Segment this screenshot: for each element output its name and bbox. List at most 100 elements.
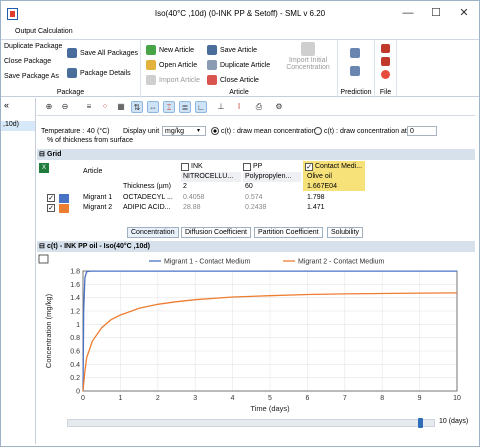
layer-ink-material: NITROCELLU... [181,172,241,182]
x-tick-label: 5 [268,395,272,402]
migrant-1-checkbox[interactable]: ✓ [47,194,55,202]
group-label-file: File [379,89,392,96]
new-article-button[interactable]: New Article [146,45,194,55]
zoom-out-icon[interactable]: ⊖ [59,101,71,113]
legend-label-1: Migrant 1 - Contact Medium [164,259,251,266]
thermometer-icon[interactable]: ǀ [233,101,245,113]
ribbon-group-prediction: Prediction [338,40,375,98]
open-article-label: Open Article [159,61,198,69]
close-package-button[interactable]: Close Package [4,58,51,65]
file-settings-icon[interactable] [381,44,390,53]
migrant-2-color-swatch[interactable] [59,204,69,213]
thickness-percent-input[interactable]: 0 [407,126,437,136]
new-article-label: New Article [159,46,195,54]
radio-mean-concentration[interactable] [211,127,219,135]
grid-table: X Article INK PP ✓ Contact Medi... NITRO… [37,161,475,225]
time-slider-thumb[interactable] [418,418,423,428]
x-tick-label: 7 [343,395,347,402]
file-delete-icon[interactable] [381,57,390,66]
migrant-1-substance: OCTADECYL ... [123,194,173,201]
migrant-1-color-swatch[interactable] [59,194,69,203]
save-article-button[interactable]: Save Article [207,45,257,55]
migrant-2-substance: ADIPIC ACID... [123,204,171,211]
import-article-label: Import Article [159,76,200,84]
chevron-down-icon[interactable]: ▾ [197,127,200,134]
group-label-package: Package [56,89,85,96]
import-article-button[interactable]: Import Article [146,75,200,85]
layer-ink-name: INK [191,163,203,170]
open-article-button[interactable]: Open Article [146,60,197,70]
zoom-in-icon[interactable]: ⊕ [43,101,55,113]
layer-contact-thickness[interactable]: 1.667E04 [305,182,363,192]
left-pane-selected-item[interactable]: ,10d) [1,121,35,131]
concentration-chart: 0 0.2 0.4 0.6 0.8 1 1.2 1.4 1.6 1.8 0 1 2 3 4 5 6 7 8 9 10 Ti… [38,254,461,413]
close-article-button[interactable]: Close Article [207,75,259,85]
collapse-icon: ⊟ [39,243,45,250]
chart-options-icon[interactable] [38,254,49,264]
time-slider[interactable] [67,418,435,428]
duplicate-package-button[interactable]: Duplicate Package [4,43,62,50]
settings-icon[interactable]: ⚙ [273,101,285,113]
tab-partition-coefficient[interactable]: Partition Coefficient [254,227,323,238]
ribbon: Duplicate Package Close Package Save Pac… [1,39,479,98]
layer-contact-checkbox[interactable]: ✓ [305,163,313,171]
package-details-button[interactable]: Package Details [67,68,131,78]
minimize-button[interactable]: — [401,6,415,20]
duplicate-article-button[interactable]: Duplicate Article [207,60,270,70]
save-package-as-button[interactable]: Save Package As [4,73,59,80]
list-view-icon[interactable]: ≡ [83,101,95,113]
layer-ink-thickness[interactable]: 2 [181,182,241,192]
layer-contact-name: Contact Medi... [315,163,363,170]
tab-solubility[interactable]: Solubility [327,227,364,238]
migrant-2-checkbox[interactable]: ✓ [47,204,55,212]
new-article-icon [146,45,156,55]
y-tick-label: 1.2 [70,309,80,316]
temperature-label: Temperature : [41,128,85,135]
migrant-2-pp-value: 0.2438 [245,204,267,211]
align-icon[interactable]: ⌶ [163,101,175,113]
tab-diffusion-coefficient[interactable]: Diffusion Coefficient [181,227,251,238]
chart-toolbar: ⊕ ⊖ ≡ ⁘ ▦ ⇅ ⇔ ⌶ ≣ ∟ ⊥ ǀ ⎙ ⚙ [37,98,475,116]
collapse-icon: ⊟ [39,151,45,158]
display-unit-label: Display unit [123,128,160,135]
save-icon [207,45,217,55]
close-package-label: Close Package [4,58,52,65]
import-initial-concentration-button[interactable]: Import Initial Concentration [281,42,335,71]
layer-ink-checkbox[interactable] [181,163,189,171]
prediction-icon-1[interactable] [350,48,360,58]
layer-pp-checkbox[interactable] [243,163,251,171]
chart-header[interactable]: ⊟ c(t) - INK PP oil - Iso(40°C ,10d) [37,241,475,252]
group-label-article: Article [229,89,249,96]
migrant-1-pp-value: 0.574 [245,194,263,201]
excel-export-icon[interactable]: X [39,163,49,173]
print-icon[interactable]: ⎙ [253,101,265,113]
migrant-1-ink-value: 0.4058 [183,194,205,201]
tab-output-calculation[interactable]: Output Calculation [15,28,73,35]
curve-icon[interactable]: ∟ [195,101,207,113]
application-window: Iso(40°C ,10d) (0-INK PP & Setoff) - SML… [0,0,480,447]
radio-concentration-at[interactable] [314,127,322,135]
grid-section-header[interactable]: ⊟ Grid [37,149,475,160]
close-button[interactable]: ✕ [457,6,471,20]
tab-concentration[interactable]: Concentration [127,227,179,238]
save-package-as-label: Save Package As [4,73,59,80]
close-article-icon [207,75,217,85]
horizontal-icon[interactable]: ⇔ [147,101,159,113]
scatter-icon[interactable]: ⁘ [99,101,111,113]
layer-pp-thickness[interactable]: 60 [243,182,301,192]
y-tick-label: 1 [76,322,80,329]
table-icon[interactable]: ▦ [115,101,127,113]
layers-icon[interactable]: ⇅ [131,101,143,113]
profile-icon[interactable]: ≣ [179,101,191,113]
migrant-1-contact-value: 1.798 [307,194,325,201]
collapse-pane-icon[interactable]: « [4,100,9,110]
duplicate-icon [207,60,217,70]
temperature-value[interactable]: 40 [87,128,95,135]
prediction-icon-2[interactable] [350,66,360,76]
migrant-2-contact-value: 1.471 [307,204,325,211]
save-all-packages-button[interactable]: Save All Packages [67,48,138,58]
file-exit-icon[interactable] [381,70,390,79]
axis-icon[interactable]: ⊥ [215,101,227,113]
grid-title: Grid [47,151,62,158]
maximize-button[interactable]: ☐ [429,6,443,20]
